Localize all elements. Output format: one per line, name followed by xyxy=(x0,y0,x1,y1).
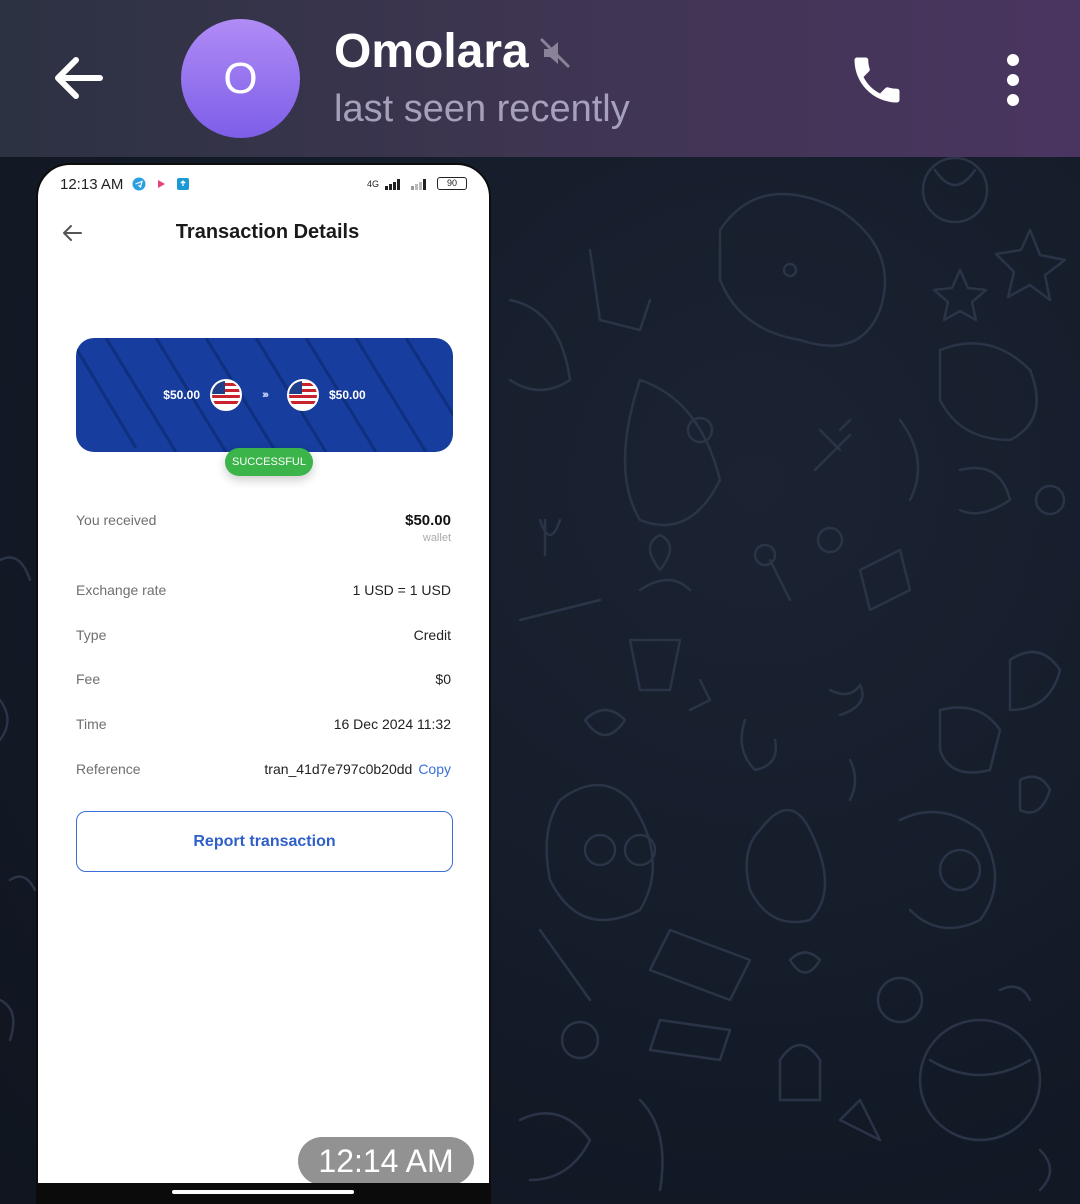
message-timestamp: 12:14 AM xyxy=(298,1137,474,1185)
last-seen-status: last seen recently xyxy=(334,88,630,130)
detail-value: tran_41d7e797c0b20dd Copy xyxy=(264,761,451,777)
detail-row-time: Time 16 Dec 2024 11:32 xyxy=(76,716,451,738)
app-icon xyxy=(177,178,189,190)
phone-icon xyxy=(854,57,900,103)
detail-row-type: Type Credit xyxy=(76,627,451,649)
more-vertical-icon xyxy=(1007,54,1019,106)
muted-speaker-icon xyxy=(538,36,572,70)
arrow-left-icon xyxy=(55,57,103,99)
network-label: 4G xyxy=(366,178,379,189)
detail-label: Reference xyxy=(76,761,141,777)
phone-status-bar: 12:13 AM 4G 90 xyxy=(60,175,467,197)
us-flag-icon xyxy=(210,379,242,411)
avatar[interactable]: O xyxy=(181,19,300,138)
back-button[interactable] xyxy=(48,50,108,106)
avatar-letter: O xyxy=(223,53,258,103)
to-amount: $50.00 xyxy=(329,388,366,402)
detail-row-fee: Fee $0 xyxy=(76,671,451,693)
system-status-icons: 4G 90 xyxy=(367,177,467,190)
detail-label: Type xyxy=(76,627,107,643)
detail-row-received: You received $50.00 wallet xyxy=(76,512,451,544)
contact-name[interactable]: Omolara xyxy=(334,24,529,79)
app-bar: Transaction Details xyxy=(38,213,489,253)
detail-value: 16 Dec 2024 11:32 xyxy=(333,716,451,732)
page-title: Transaction Details xyxy=(175,221,360,243)
detail-label: Time xyxy=(76,716,107,732)
transaction-screenshot: 12:13 AM 4G 90 Transaction Details $50.0… xyxy=(38,165,489,1202)
us-flag-icon xyxy=(287,379,319,411)
image-message[interactable]: 12:13 AM 4G 90 Transaction Details $50.0… xyxy=(36,163,491,1204)
detail-row-reference: Reference tran_41d7e797c0b20dd Copy xyxy=(76,761,451,783)
detail-value: $50.00 xyxy=(405,512,451,529)
chevrons-right-icon: ››› xyxy=(262,389,269,401)
chat-header: O Omolara last seen recently xyxy=(0,0,1080,157)
detail-value: $0 xyxy=(435,671,451,687)
detail-label: Exchange rate xyxy=(76,582,167,598)
battery-icon: 90 xyxy=(437,177,467,190)
amount-card: $50.00 ››› $50.00 xyxy=(76,338,453,452)
call-button[interactable] xyxy=(846,50,908,110)
signal-icon xyxy=(385,178,400,190)
detail-row-exchange-rate: Exchange rate 1 USD = 1 USD xyxy=(76,582,451,604)
detail-label: You received xyxy=(76,512,157,528)
telegram-icon xyxy=(132,177,146,191)
from-amount: $50.00 xyxy=(163,388,200,402)
conversion-row: $50.00 ››› $50.00 xyxy=(76,378,453,412)
play-store-icon xyxy=(158,180,165,188)
signal-weak-icon xyxy=(411,178,426,190)
more-options-button[interactable] xyxy=(996,52,1030,108)
detail-subnote: wallet xyxy=(422,532,451,544)
reference-id: tran_41d7e797c0b20dd xyxy=(264,761,413,777)
copy-link[interactable]: Copy xyxy=(418,761,451,777)
detail-value: Credit xyxy=(413,627,451,643)
detail-label: Fee xyxy=(76,671,101,687)
phone-time: 12:13 AM xyxy=(60,176,124,193)
status-badge: SUCCESSFUL xyxy=(225,448,313,476)
report-transaction-button[interactable]: Report transaction xyxy=(76,811,453,872)
notification-icons xyxy=(132,177,190,191)
detail-value: 1 USD = 1 USD xyxy=(352,582,451,598)
home-indicator xyxy=(172,1190,354,1194)
